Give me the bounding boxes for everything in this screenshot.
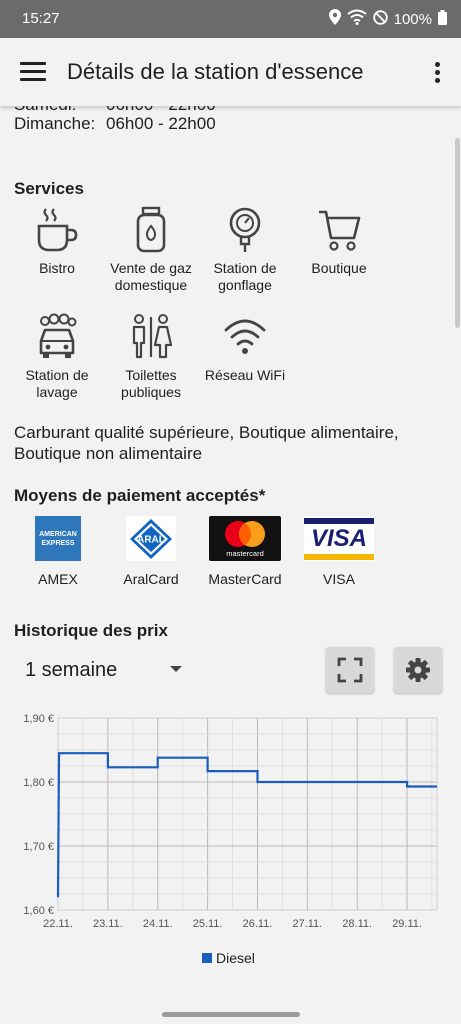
payment-label: MasterCard [208,571,282,587]
service-label: Bistro [39,260,75,276]
fuel-features-text: Carburant qualité supérieure, Boutique a… [14,423,399,463]
payment-mastercard: mastercard MasterCard [199,516,291,587]
status-bar: 15:27 100% [0,0,461,38]
service-bistro: Bistro [10,206,104,277]
hours-time: 06h00 - 22h00 [106,106,216,114]
hours-day: Dimanche: [14,114,96,133]
service-label: Boutique [311,260,367,276]
pressure-gauge-icon [229,207,261,252]
mastercard-logo: mastercard [209,516,281,561]
more-options-icon[interactable] [435,62,441,84]
chart-settings-button[interactable] [394,647,442,693]
service-label: Toilettes publiques [121,367,181,400]
price-history-title: Historique des prix [14,621,168,640]
shopping-cart-icon [319,210,361,251]
service-car-wash: Station de lavage [10,313,104,401]
service-air-station: Station de gonflage [198,206,292,294]
aral-logo: ARAL [126,516,176,561]
gas-cylinder-icon [136,206,166,253]
chevron-down-icon[interactable] [170,666,182,672]
service-wifi: Réseau WiFi [198,313,292,384]
payment-visa: VISA VISA [293,516,385,587]
app-bar: Détails de la station d'essence [0,38,461,106]
service-shop: Boutique [292,206,386,277]
visa-logo: VISA [304,516,374,561]
y-tick-label: 1,90 € [23,713,54,725]
x-tick-label: 22.11. [43,918,73,930]
series-line-diesel [56,752,437,898]
service-label: Station de lavage [25,367,89,400]
x-tick-label: 29.11. [392,918,422,930]
x-tick-label: 28.11. [342,918,372,930]
y-tick-label: 1,80 € [23,777,54,789]
hours-row-sunday: Dimanche: 06h00 - 22h00 [14,114,216,134]
y-tick-label: 1,70 € [23,841,54,853]
battery-level: 100% [393,10,432,28]
wifi-status-icon [347,9,367,29]
payment-label: AralCard [123,571,179,587]
payment-label: AMEX [38,571,78,587]
status-time: 15:27 [22,10,60,27]
x-tick-label: 25.11. [193,918,223,930]
restroom-icon [132,314,173,359]
coffee-cup-icon [37,208,78,252]
station-details-content[interactable]: Samedi:06h00 - 22h00 Dimanche:06h00 - 22… [0,106,461,1024]
chart-legend: Diesel [202,950,255,966]
x-tick-label: 26.11. [243,918,273,930]
menu-icon[interactable] [20,62,46,82]
payment-label: VISA [323,571,355,587]
service-domestic-gas: Vente de gaz domestique [104,206,198,294]
period-dropdown-value[interactable]: 1 semaine [25,659,117,682]
car-wash-icon [39,313,77,358]
service-label: Réseau WiFi [204,367,286,383]
x-tick-label: 23.11. [93,918,123,930]
x-tick-label: 24.11. [143,918,173,930]
service-label: Station de gonflage [213,260,277,293]
battery-icon [438,9,447,29]
x-tick-label: 27.11. [292,918,322,930]
services-title: Services [14,179,84,198]
legend-swatch-diesel [202,953,212,963]
gesture-bar[interactable] [162,1012,300,1017]
page-title: Détails de la station d'essence [67,59,364,84]
y-tick-label: 1,60 € [23,905,54,917]
hours-time: 06h00 - 22h00 [106,114,216,133]
service-restroom: Toilettes publiques [104,313,198,401]
fullscreen-icon [337,657,363,683]
legend-label-diesel: Diesel [216,950,255,966]
fullscreen-button[interactable] [326,647,374,693]
svg-text:ARAL: ARAL [137,534,165,545]
do-not-disturb-icon [372,9,388,29]
svg-text:mastercard: mastercard [226,549,264,558]
payment-aralcard: ARAL AralCard [105,516,197,587]
price-history-chart: 1,60 € 1,70 € 1,80 € 1,90 € 22.11. 23.11. 24.1… [23,713,438,930]
scrollbar[interactable] [455,138,460,328]
payment-amex: AMERICAN EXPRESS AMEX [12,516,104,587]
location-icon [328,9,341,29]
amex-logo: AMERICAN EXPRESS [35,516,81,561]
wifi-icon [224,319,266,354]
service-label: Vente de gaz domestique [110,260,192,293]
gear-icon [406,658,430,682]
payment-title: Moyens de paiement acceptés* [14,486,266,505]
